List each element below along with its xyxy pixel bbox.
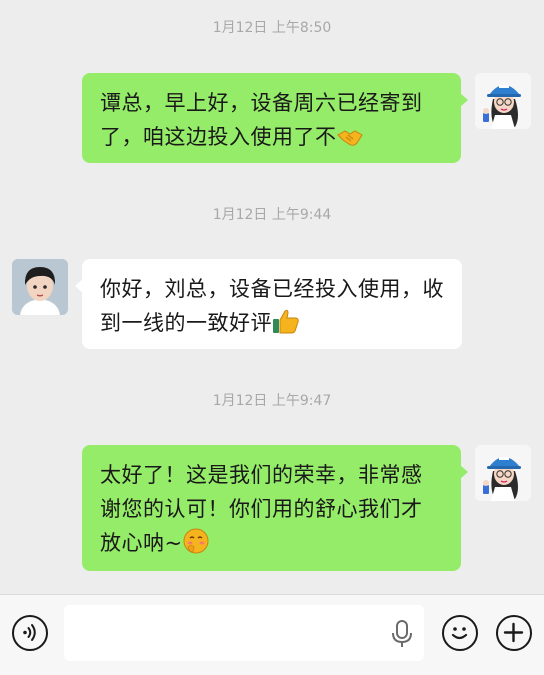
- microphone-icon: [392, 620, 412, 647]
- message-input[interactable]: [64, 605, 424, 661]
- plus-icon: [503, 622, 524, 643]
- message-bubble-incoming[interactable]: 你好，刘总，设备已经投入使用，收到一线的一致好评: [75, 259, 462, 349]
- message-bubble-outgoing[interactable]: 谭总，早上好，设备周六已经寄到了，咱这边投入使用了不: [82, 73, 468, 163]
- avatar[interactable]: [475, 445, 531, 501]
- message-timestamp: 1月12日 上午8:50: [212, 20, 332, 36]
- emoji-smiley-icon: [451, 627, 468, 640]
- chat-area[interactable]: 1月12日 上午8:50 谭总，早上好，设备周六已经寄到了，咱这边投入使用了不 …: [0, 0, 544, 594]
- message-timestamp: 1月12日 上午9:44: [212, 207, 332, 223]
- avatar-hardhat-girl-image: [475, 445, 531, 501]
- microphone-button[interactable]: [388, 619, 416, 649]
- more-button[interactable]: [496, 615, 532, 651]
- input-bar: [0, 594, 544, 675]
- blushing-face-emoji: [183, 528, 209, 564]
- message-timestamp: 1月12日 上午9:47: [212, 393, 332, 409]
- avatar-hardhat-girl-image: [475, 73, 531, 129]
- voice-icon: [23, 624, 36, 641]
- message-text: 谭总，早上好，设备周六已经寄到了，咱这边投入使用了不: [100, 91, 423, 149]
- thumbs-up-emoji: [272, 308, 300, 344]
- handshake-emoji: [336, 124, 363, 158]
- avatar[interactable]: [12, 259, 68, 315]
- avatar-short-hair-girl-image: [12, 259, 68, 315]
- message-bubble-outgoing[interactable]: 太好了！这是我们的荣幸，非常感谢您的认可！你们用的舒心我们才放心呐~: [82, 445, 468, 571]
- message-text: 太好了！这是我们的荣幸，非常感谢您的认可！你们用的舒心我们才放心呐~: [100, 463, 423, 555]
- avatar[interactable]: [475, 73, 531, 129]
- voice-button[interactable]: [12, 615, 48, 651]
- emoji-button[interactable]: [442, 615, 478, 651]
